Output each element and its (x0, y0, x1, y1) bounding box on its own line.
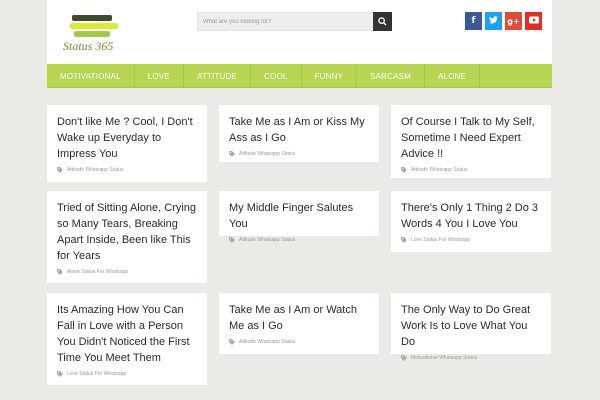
post-category[interactable]: Love Status For Whatsapp (67, 371, 126, 377)
search-icon (378, 13, 387, 31)
tag-icon (57, 371, 63, 377)
nav-item-cool[interactable]: COOL (251, 64, 302, 88)
search-input[interactable] (198, 13, 374, 30)
post-card: Tried of Sitting Alone, Crying so Many T… (47, 191, 207, 283)
tag-icon (57, 269, 63, 275)
logo-text: Status 365 (63, 39, 114, 53)
post-meta: Alone Status For Whatsapp (57, 269, 197, 275)
google-plus-icon: g+ (507, 16, 520, 26)
post-meta: Love Status For Whatsapp (401, 237, 541, 243)
nav-item-attitude[interactable]: ATTITUDE (184, 64, 252, 88)
post-category[interactable]: Love Status For Whatsapp (411, 237, 470, 243)
twitter-icon (489, 15, 498, 27)
post-title[interactable]: Don't like Me ? Cool, I Don't Wake up Ev… (57, 114, 197, 162)
post-category[interactable]: Attitude Whatsapp Status (67, 167, 123, 173)
social-links: f g+ (465, 12, 542, 30)
google-plus-button[interactable]: g+ (505, 12, 522, 30)
nav-item-love[interactable]: LOVE (135, 64, 184, 88)
tag-icon (229, 237, 235, 243)
post-category[interactable]: Attitude Whatsapp Status (239, 237, 295, 243)
post-card: There's Only 1 Thing 2 Do 3 Words 4 You … (391, 191, 551, 252)
tag-icon (229, 339, 235, 345)
post-title[interactable]: My Middle Finger Salutes You (229, 200, 369, 232)
nav-item-funny[interactable]: FUNNY (302, 64, 358, 88)
facebook-icon: f (471, 16, 476, 26)
search-box (197, 12, 392, 31)
tag-icon (229, 151, 235, 157)
tag-icon (401, 237, 407, 243)
post-title[interactable]: Tried of Sitting Alone, Crying so Many T… (57, 200, 197, 264)
main-nav: MOTIVATIONAL LOVE ATTITUDE COOL FUNNY SA… (47, 64, 552, 88)
post-title[interactable]: Take Me as I Am or Watch Me as I Go (229, 302, 369, 334)
logo-bar-1 (72, 15, 112, 21)
post-category[interactable]: Attitude Whatsapp Status (239, 339, 295, 345)
post-card: Take Me as I Am or Watch Me as I Go Atti… (219, 293, 379, 354)
nav-item-sarcasm[interactable]: SARCASM (357, 64, 426, 88)
post-meta: Attitude Whatsapp Status (229, 339, 369, 345)
logo-bar-3 (74, 31, 110, 37)
post-card: The Only Way to Do Great Work Is to Love… (391, 293, 551, 361)
tag-icon (401, 167, 407, 173)
nav-item-alone[interactable]: ALONE (425, 64, 481, 88)
post-category[interactable]: Attitude Whatsapp Status (239, 151, 295, 157)
post-title[interactable]: The Only Way to Do Great Work Is to Love… (401, 302, 541, 350)
post-category[interactable]: Attitude Whatsapp Status (411, 167, 467, 173)
post-meta: Love Status For Whatsapp (57, 371, 197, 377)
logo-bar-2 (70, 23, 118, 29)
post-card: My Middle Finger Salutes You Attitude Wh… (219, 191, 379, 243)
post-card: Its Amazing How You Can Fall in Love wit… (47, 293, 207, 385)
tag-icon (401, 355, 407, 361)
post-title[interactable]: Take Me as I Am or Kiss My Ass as I Go (229, 114, 369, 146)
post-meta: Attitude Whatsapp Status (57, 167, 197, 173)
tag-icon (57, 167, 63, 173)
post-category[interactable]: Alone Status For Whatsapp (67, 269, 128, 275)
post-title[interactable]: Its Amazing How You Can Fall in Love wit… (57, 302, 197, 366)
site-header: Status 365 f g+ (47, 0, 552, 64)
post-meta: Motivational Whatsapp Status (401, 355, 541, 361)
post-title[interactable]: Of Course I Talk to My Self, Sometime I … (401, 114, 541, 162)
post-meta: Attitude Whatsapp Status (401, 167, 541, 173)
site-logo[interactable]: Status 365 (60, 13, 120, 55)
post-card: Don't like Me ? Cool, I Don't Wake up Ev… (47, 105, 207, 182)
post-card: Of Course I Talk to My Self, Sometime I … (391, 105, 551, 178)
post-title[interactable]: There's Only 1 Thing 2 Do 3 Words 4 You … (401, 200, 541, 232)
post-meta: Attitude Whatsapp Status (229, 151, 369, 157)
post-category[interactable]: Motivational Whatsapp Status (411, 355, 477, 361)
post-meta: Attitude Whatsapp Status (229, 237, 369, 243)
twitter-button[interactable] (485, 12, 502, 30)
facebook-button[interactable]: f (465, 12, 482, 30)
search-button[interactable] (373, 12, 392, 31)
post-card: Take Me as I Am or Kiss My Ass as I Go A… (219, 105, 379, 162)
youtube-icon (528, 16, 539, 27)
youtube-button[interactable] (525, 12, 542, 30)
nav-item-motivational[interactable]: MOTIVATIONAL (47, 64, 135, 88)
